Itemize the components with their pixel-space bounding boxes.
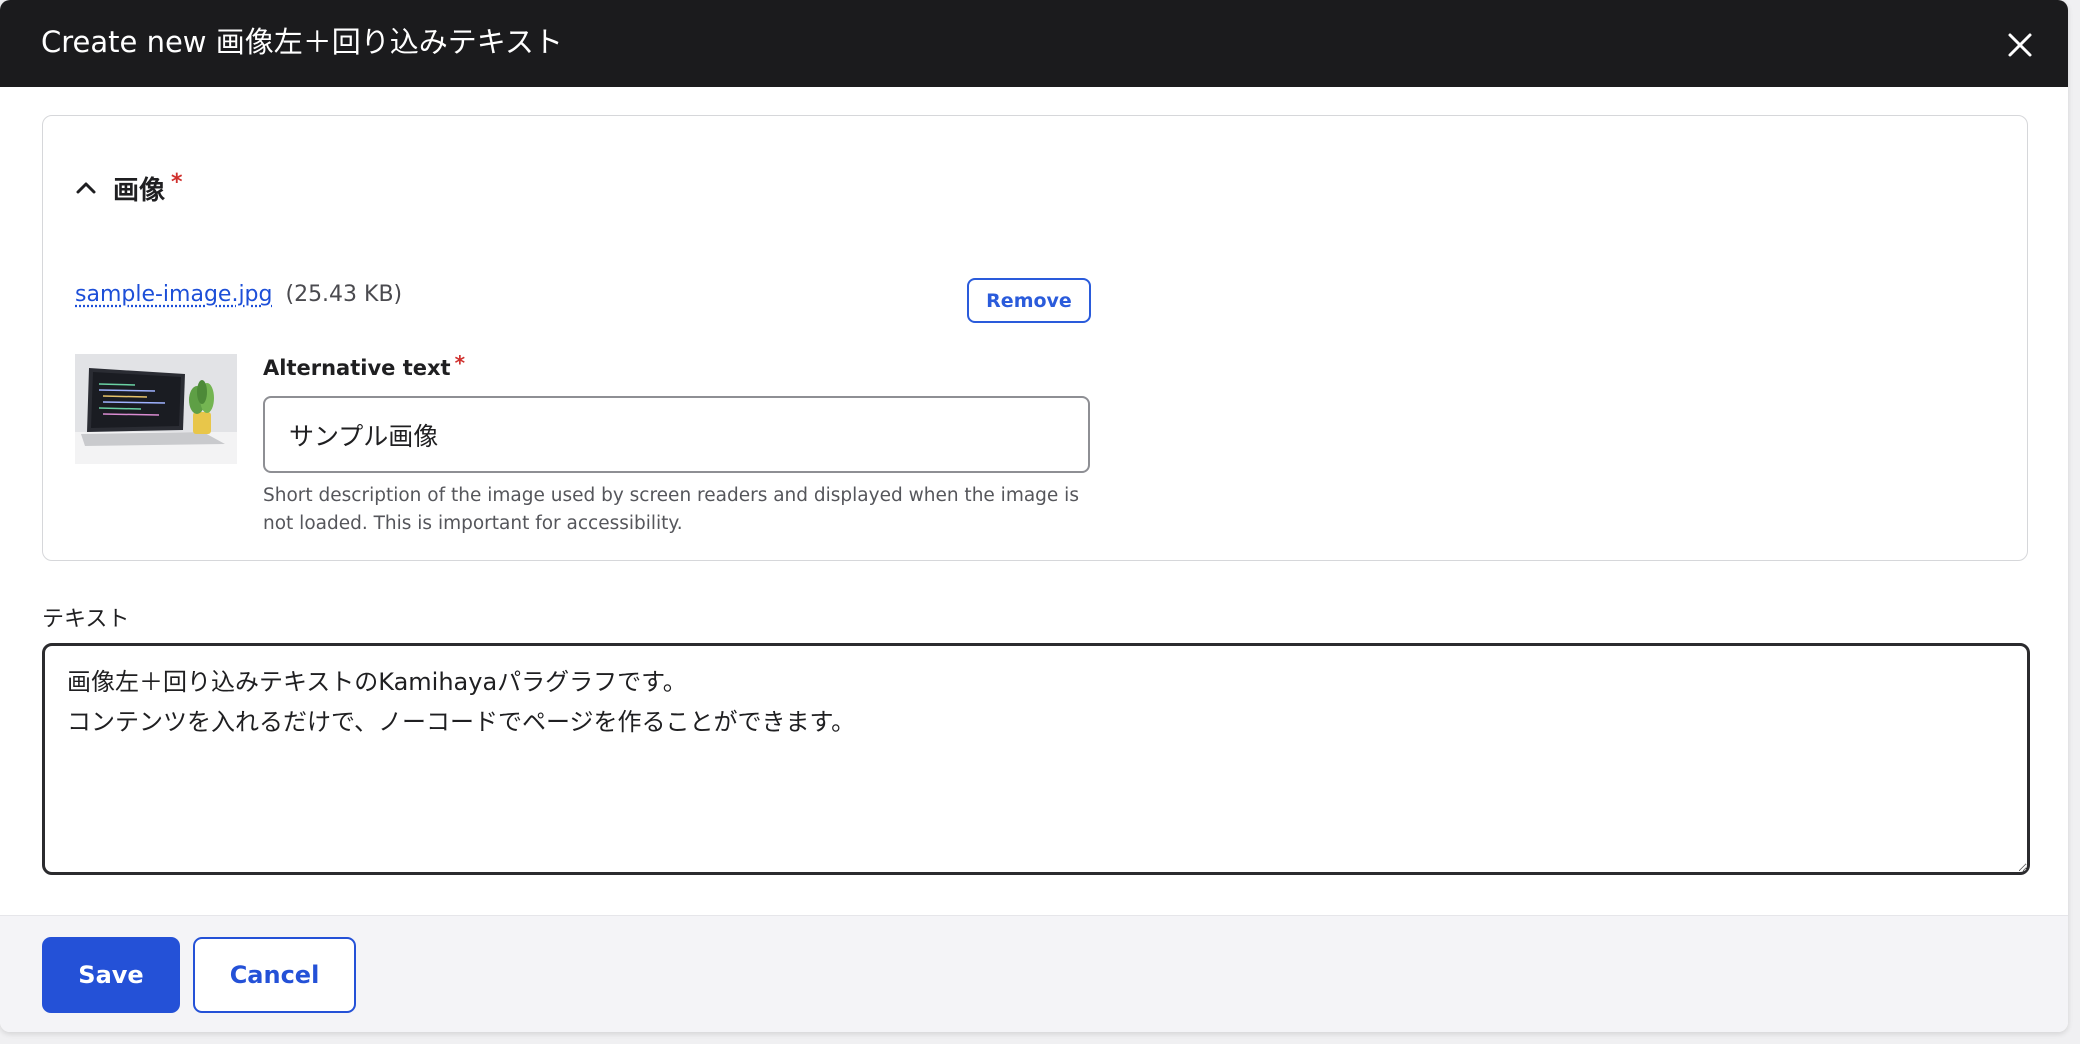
remove-button[interactable]: Remove xyxy=(967,278,1091,323)
save-button[interactable]: Save xyxy=(42,937,180,1013)
image-details-panel: 画像 * sample-image.jpg (25.43 KB) Remove xyxy=(42,115,2028,561)
image-section-toggle[interactable]: 画像 * xyxy=(73,168,183,208)
text-field-label: テキスト xyxy=(42,607,130,632)
dialog-titlebar: Create new 画像左＋回り込みテキスト xyxy=(0,0,2068,87)
alt-text-label-text: Alternative text xyxy=(263,356,451,380)
dialog-body: 画像 * sample-image.jpg (25.43 KB) Remove xyxy=(0,87,2068,915)
dialog-title: Create new 画像左＋回り込みテキスト xyxy=(41,25,563,59)
file-size: (25.43 KB) xyxy=(285,282,403,307)
required-marker: * xyxy=(454,351,466,375)
required-marker: * xyxy=(171,169,183,195)
close-icon[interactable] xyxy=(2002,27,2038,63)
dialog-footer: Save Cancel xyxy=(0,915,2068,1032)
alt-text-label: Alternative text * xyxy=(263,351,465,380)
alt-text-input[interactable] xyxy=(263,396,1090,473)
file-link[interactable]: sample-image.jpg xyxy=(75,282,272,307)
chevron-up-icon xyxy=(76,182,96,194)
image-thumbnail xyxy=(75,354,237,464)
alt-text-help: Short description of the image used by s… xyxy=(263,485,1079,534)
image-section-title: 画像 xyxy=(113,175,166,206)
cancel-button[interactable]: Cancel xyxy=(193,937,356,1013)
edit-dialog: Create new 画像左＋回り込みテキスト 画像 * sample-imag… xyxy=(0,0,2068,1032)
text-field-textarea[interactable]: 画像左＋回り込みテキストのKamihayaパラグラフです。 コンテンツを入れるだ… xyxy=(42,643,2030,875)
file-info: sample-image.jpg (25.43 KB) xyxy=(75,282,402,307)
